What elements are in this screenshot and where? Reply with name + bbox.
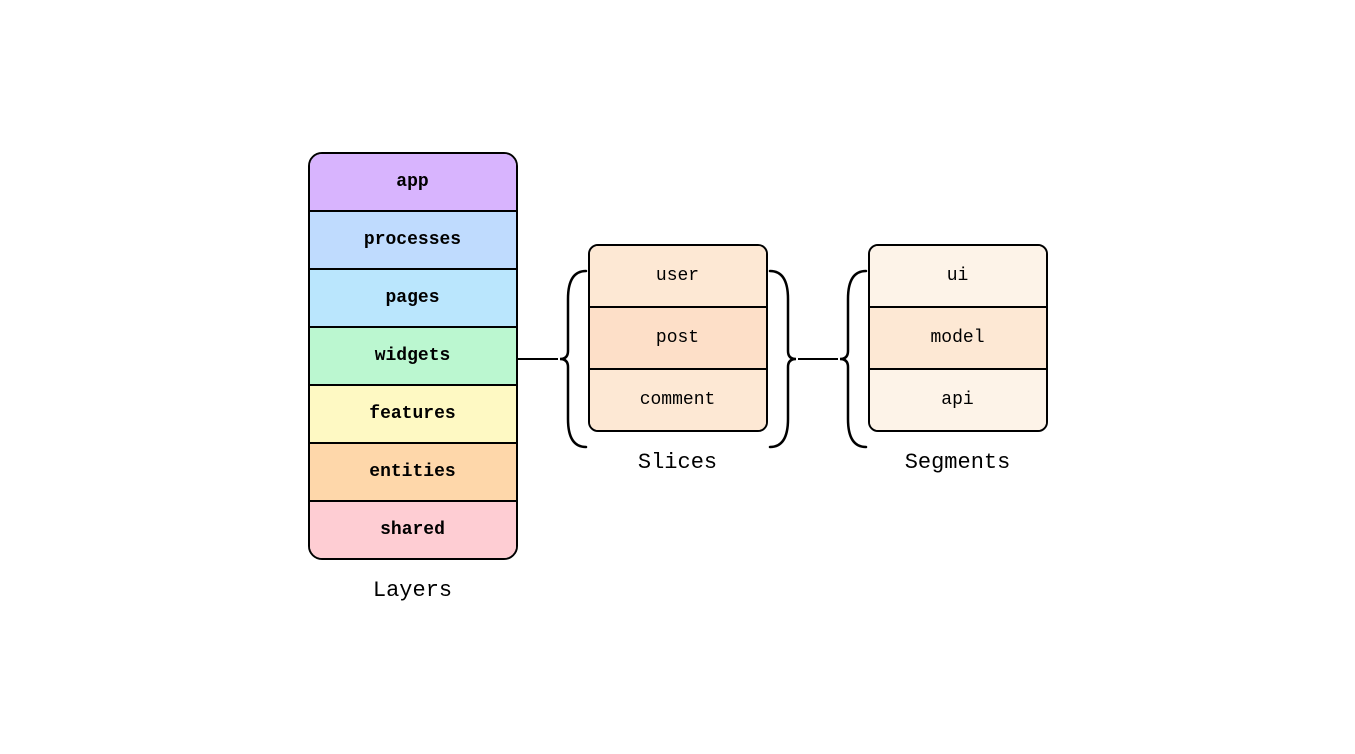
segments-label: Segments <box>905 450 1011 475</box>
connector-line-left <box>518 358 558 360</box>
segment-ui: ui <box>870 246 1046 308</box>
segments-column: ui model api Segments <box>868 244 1048 475</box>
segments-box: ui model api <box>868 244 1048 432</box>
layer-app: app <box>310 154 516 212</box>
layer-entities: entities <box>310 444 516 502</box>
layers-label: Layers <box>373 578 452 603</box>
right-brace-from-slices-icon <box>768 269 798 449</box>
segment-model: model <box>870 308 1046 370</box>
slice-post: post <box>590 308 766 370</box>
connector-line-middle <box>798 358 838 360</box>
slices-box: user post comment <box>588 244 768 432</box>
diagram: app processes pages widgets features ent… <box>308 152 1048 603</box>
layer-widgets: widgets <box>310 328 516 386</box>
layers-column: app processes pages widgets features ent… <box>308 152 518 603</box>
slice-user: user <box>590 246 766 308</box>
layers-box: app processes pages widgets features ent… <box>308 152 518 560</box>
slice-comment: comment <box>590 370 766 430</box>
layer-processes: processes <box>310 212 516 270</box>
left-brace-icon <box>558 269 588 449</box>
slices-label: Slices <box>638 450 717 475</box>
layer-shared: shared <box>310 502 516 558</box>
slices-column: user post comment Slices <box>588 244 768 475</box>
layer-pages: pages <box>310 270 516 328</box>
layer-features: features <box>310 386 516 444</box>
segment-api: api <box>870 370 1046 430</box>
left-brace-segments-icon <box>838 269 868 449</box>
